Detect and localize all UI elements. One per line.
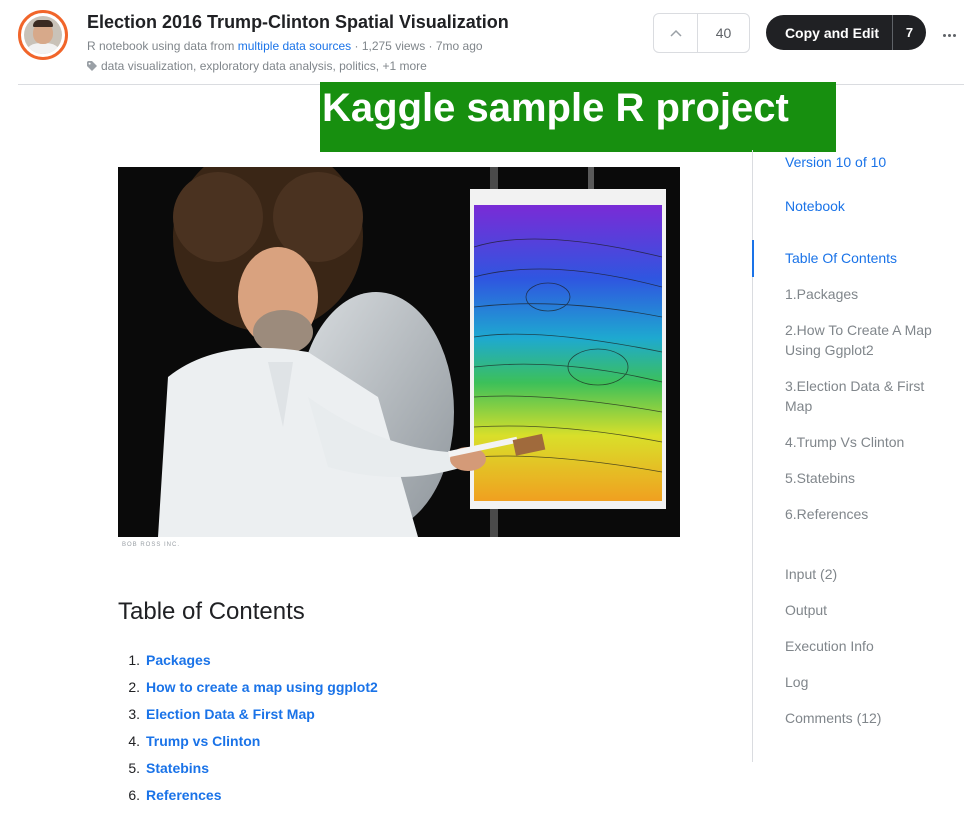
more-horizontal-icon[interactable]	[939, 25, 959, 45]
data-sources-link[interactable]: multiple data sources	[238, 39, 351, 53]
author-avatar[interactable]	[18, 10, 68, 60]
sidebar-toc-election-data[interactable]: 3.Election Data & First Map	[785, 376, 950, 416]
tag-icon	[87, 61, 97, 71]
sidebar-toc-statebins[interactable]: 5.Statebins	[785, 468, 955, 488]
chevron-up-icon	[669, 29, 682, 37]
sidebar-toc-ggplot2-map[interactable]: 2.How To Create A Map Using Ggplot2	[785, 320, 950, 360]
sidebar-item-comments[interactable]: Comments (12)	[785, 708, 955, 728]
sidebar-item-log[interactable]: Log	[785, 672, 955, 692]
list-item: 2. How to create a map using ggplot2	[118, 673, 378, 700]
list-item: 5. Statebins	[118, 754, 378, 781]
list-item: 4. Trump vs Clinton	[118, 727, 378, 754]
upvote-widget: 40	[653, 13, 750, 53]
notebook-title: Election 2016 Trump-Clinton Spatial Visu…	[87, 12, 509, 32]
toc-number: 4.	[128, 732, 140, 749]
toc-heading: Table of Contents	[118, 598, 305, 625]
toc-link-references[interactable]: References	[146, 787, 222, 803]
sidebar-toc-references[interactable]: 6.References	[785, 504, 955, 524]
toc-link-ggplot2-map[interactable]: How to create a map using ggplot2	[146, 679, 378, 695]
toc-link-packages[interactable]: Packages	[146, 652, 211, 668]
toc-number: 6.	[128, 786, 140, 803]
toc-number: 5.	[128, 759, 140, 776]
sidebar-item-notebook[interactable]: Notebook	[785, 196, 955, 216]
sidebar-item-input[interactable]: Input (2)	[785, 564, 955, 584]
copy-count: 7	[892, 15, 926, 50]
upvote-button[interactable]	[654, 14, 698, 52]
sidebar-toc-trump-vs-clinton[interactable]: 4.Trump Vs Clinton	[785, 432, 955, 452]
overlay-banner: Kaggle sample R project	[320, 82, 836, 152]
image-credit: BOB ROSS INC.	[122, 542, 181, 548]
toc-number: 1.	[128, 651, 140, 668]
list-item: 6. References	[118, 781, 378, 808]
toc-link-statebins[interactable]: Statebins	[146, 760, 209, 776]
sidebar-item-output[interactable]: Output	[785, 600, 955, 620]
notebook-hero-image	[118, 167, 680, 537]
toc-link-election-data[interactable]: Election Data & First Map	[146, 706, 315, 722]
notebook-meta: R notebook using data from multiple data…	[87, 39, 483, 53]
toc-link-trump-vs-clinton[interactable]: Trump vs Clinton	[146, 733, 260, 749]
copy-and-edit-label: Copy and Edit	[784, 24, 880, 41]
tags-text[interactable]: data visualization, exploratory data ana…	[101, 59, 427, 73]
sidebar-item-toc[interactable]: Table Of Contents	[785, 248, 955, 268]
avatar-photo	[24, 16, 62, 54]
meta-prefix: R notebook using data from	[87, 39, 235, 53]
sidebar-version-link[interactable]: Version 10 of 10	[785, 152, 955, 172]
sidebar-active-indicator	[752, 240, 754, 277]
toc-list: 1. Packages 2. How to create a map using…	[118, 646, 378, 808]
list-item: 3. Election Data & First Map	[118, 700, 378, 727]
copy-and-edit-button[interactable]: Copy and Edit 7	[766, 15, 926, 50]
toc-number: 2.	[128, 678, 140, 695]
sidebar-toc-packages[interactable]: 1.Packages	[785, 284, 955, 304]
notebook-tags: data visualization, exploratory data ana…	[87, 59, 427, 73]
toc-number: 3.	[128, 705, 140, 722]
vote-count: 40	[715, 25, 732, 41]
sidebar-item-execution-info[interactable]: Execution Info	[785, 636, 955, 656]
meta-suffix: · 1,275 views · 7mo ago	[354, 39, 483, 53]
list-item: 1. Packages	[118, 646, 378, 673]
